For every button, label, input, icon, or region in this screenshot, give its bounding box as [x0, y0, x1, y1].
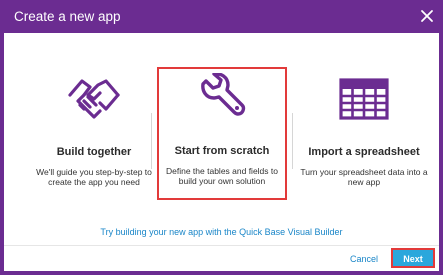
- next-button[interactable]: Next: [391, 248, 435, 268]
- divider: [151, 113, 152, 169]
- cancel-button[interactable]: Cancel: [348, 252, 380, 266]
- option-title: Build together: [56, 146, 132, 158]
- divider: [292, 113, 293, 169]
- option-description: We'll guide you step-by-step to create t…: [36, 167, 152, 187]
- option-title: Start from scratch: [174, 145, 270, 157]
- dialog-titlebar: Create a new app: [0, 0, 443, 33]
- option-start-from-scratch[interactable]: Start from scratch Define the tables and…: [157, 67, 287, 200]
- handshake-icon: [30, 75, 158, 123]
- dialog-title: Create a new app: [14, 9, 121, 24]
- visual-builder-link[interactable]: Try building your new app with the Quick…: [4, 227, 439, 237]
- spreadsheet-icon: [294, 75, 434, 123]
- option-title: Import a spreadsheet: [308, 146, 420, 158]
- option-build-together[interactable]: Build together We'll guide you step-by-s…: [30, 69, 158, 199]
- dialog-body: Build together We'll guide you step-by-s…: [4, 33, 439, 271]
- option-import-spreadsheet[interactable]: Import a spreadsheet Turn your spreadshe…: [294, 69, 434, 199]
- close-icon[interactable]: [419, 8, 435, 24]
- create-app-dialog: Create a new app Build together We'll gu…: [0, 0, 443, 275]
- wrench-icon: [159, 73, 285, 122]
- option-description: Define the tables and fields to build yo…: [166, 166, 278, 186]
- option-description: Turn your spreadsheet data into a new ap…: [300, 167, 428, 187]
- footer-divider: [4, 245, 439, 246]
